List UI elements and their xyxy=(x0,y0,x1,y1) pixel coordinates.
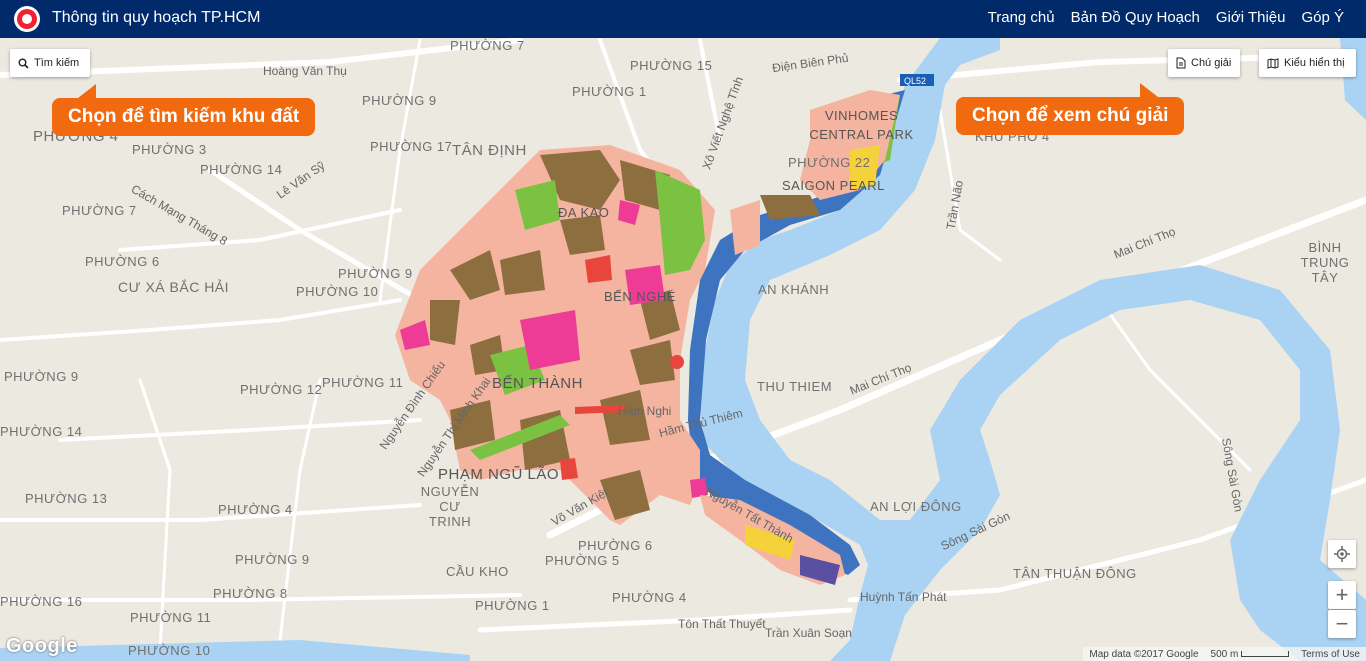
map-label: CẦU KHO xyxy=(446,564,509,579)
road-shield: QL52 xyxy=(904,76,927,86)
map-label: NGUYỄN CƯ TRINH xyxy=(420,484,480,529)
map-attribution: Map data ©2017 Google 500 m Terms of Use xyxy=(1083,647,1366,661)
nav-home[interactable]: Trang chủ xyxy=(988,9,1055,26)
scale-bar xyxy=(1241,650,1290,657)
road-label: Hoàng Văn Thụ xyxy=(263,64,347,78)
search-icon xyxy=(18,58,29,69)
map-label: PHƯỜNG 14 xyxy=(0,424,83,439)
map-label: PHƯỜNG 10 xyxy=(296,284,379,299)
map-label: BÌNH TRUNG TÂY xyxy=(1300,240,1350,285)
map-label: PHƯỜNG 12 xyxy=(240,382,323,397)
map-label: PHƯỜNG 3 xyxy=(132,142,207,157)
map-label: PHƯỜNG 22 xyxy=(788,155,871,170)
nav-about[interactable]: Giới Thiệu xyxy=(1216,9,1286,26)
map-label: VINHOMES CENTRAL PARK xyxy=(809,108,914,142)
zoom-in-button[interactable]: + xyxy=(1328,581,1356,609)
legend-button[interactable]: Chú giải xyxy=(1168,49,1240,77)
map-label: PHƯỜNG 1 xyxy=(572,84,647,99)
map-label: PHƯỜNG 6 xyxy=(578,538,653,553)
map-label: PHƯỜNG 9 xyxy=(362,93,437,108)
map-label: AN KHÁNH xyxy=(758,282,830,297)
map-label: PHƯỜNG 15 xyxy=(630,58,713,73)
map-label: BẾN NGHÉ xyxy=(604,289,676,304)
road-label: Hàm Nghi xyxy=(618,404,672,418)
map-label: PHƯỜNG 16 xyxy=(0,594,83,609)
map-label: THU THIEM xyxy=(757,379,833,394)
map-data-credit: Map data ©2017 Google xyxy=(1089,648,1199,660)
map-label: PHƯỜNG 11 xyxy=(130,610,212,625)
scale-label: 500 m xyxy=(1210,648,1239,660)
map-label: PHƯỜNG 4 xyxy=(612,590,687,605)
site-title[interactable]: Thông tin quy hoạch TP.HCM xyxy=(52,9,260,27)
map-label: PHƯỜNG 10 xyxy=(128,643,211,658)
scale-indicator: 500 m xyxy=(1211,649,1290,660)
top-navbar: Thông tin quy hoạch TP.HCM Trang chủ Bản… xyxy=(0,0,1366,38)
search-button-label: Tìm kiếm xyxy=(34,57,80,69)
site-logo[interactable] xyxy=(14,6,40,32)
legend-button-label: Chú giải xyxy=(1191,57,1232,69)
location-icon xyxy=(1334,546,1350,562)
map-label: BẾN THÀNH xyxy=(492,375,583,392)
view-type-button-label: Kiểu hiển thị xyxy=(1284,57,1345,69)
google-logo: Google xyxy=(6,635,78,657)
main-nav: Trang chủ Bản Đồ Quy Hoạch Giới Thiệu Gó… xyxy=(988,9,1344,26)
map-label: PHẠM NGŨ LÃO xyxy=(438,466,560,483)
map-label: PHƯỜNG 5 xyxy=(545,553,620,568)
legend-callout: Chọn để xem chú giải xyxy=(956,83,1185,135)
map-label: PHƯỜNG 9 xyxy=(235,552,310,567)
map-label: PHƯỜNG 14 xyxy=(200,162,283,177)
map-label: CƯ XÁ BẮC HẢI xyxy=(118,279,230,295)
view-type-button[interactable]: Kiểu hiển thị xyxy=(1259,49,1356,77)
map-label: PHƯỜNG 4 xyxy=(218,502,293,517)
search-callout: Chọn để tìm kiếm khu đất xyxy=(52,84,316,136)
road-label: Huỳnh Tấn Phát xyxy=(860,590,947,604)
road-label: Trần Xuân Soạn xyxy=(765,626,852,640)
map-label: PHƯỜNG 8 xyxy=(213,586,288,601)
map-label: ĐA KAO xyxy=(558,205,610,220)
terms-link[interactable]: Terms of Use xyxy=(1301,649,1360,660)
map-label: AN LỢI ĐÔNG xyxy=(870,499,962,514)
document-icon xyxy=(1176,57,1186,69)
map-label: TÂN ĐỊNH xyxy=(452,142,527,159)
search-button[interactable]: Tìm kiếm xyxy=(10,49,90,77)
map-icon xyxy=(1267,57,1279,69)
map-label: TÂN THUẬN ĐÔNG xyxy=(1013,566,1137,581)
my-location-button[interactable] xyxy=(1328,540,1356,568)
nav-planning-map[interactable]: Bản Đồ Quy Hoạch xyxy=(1071,9,1200,26)
map-label: PHƯỜNG 13 xyxy=(25,491,108,506)
nav-feedback[interactable]: Góp Ý xyxy=(1301,9,1344,26)
map-label: SAIGON PEARL xyxy=(782,178,885,193)
map-label: PHƯỜNG 9 xyxy=(4,369,79,384)
map-label: PHƯỜNG 11 xyxy=(322,375,404,390)
map-label: PHƯỜNG 1 xyxy=(475,598,550,613)
map-label: PHƯỜNG 9 xyxy=(338,266,413,281)
map-label: PHƯỜNG 7 xyxy=(62,203,137,218)
map-label: PHƯỜNG 7 xyxy=(450,38,525,53)
map-label: PHƯỜNG 6 xyxy=(85,254,160,269)
road-label: Tôn Thất Thuyết xyxy=(678,617,766,631)
map-label: PHƯỜNG 17 xyxy=(370,139,453,154)
zoom-out-button[interactable]: − xyxy=(1328,610,1356,638)
